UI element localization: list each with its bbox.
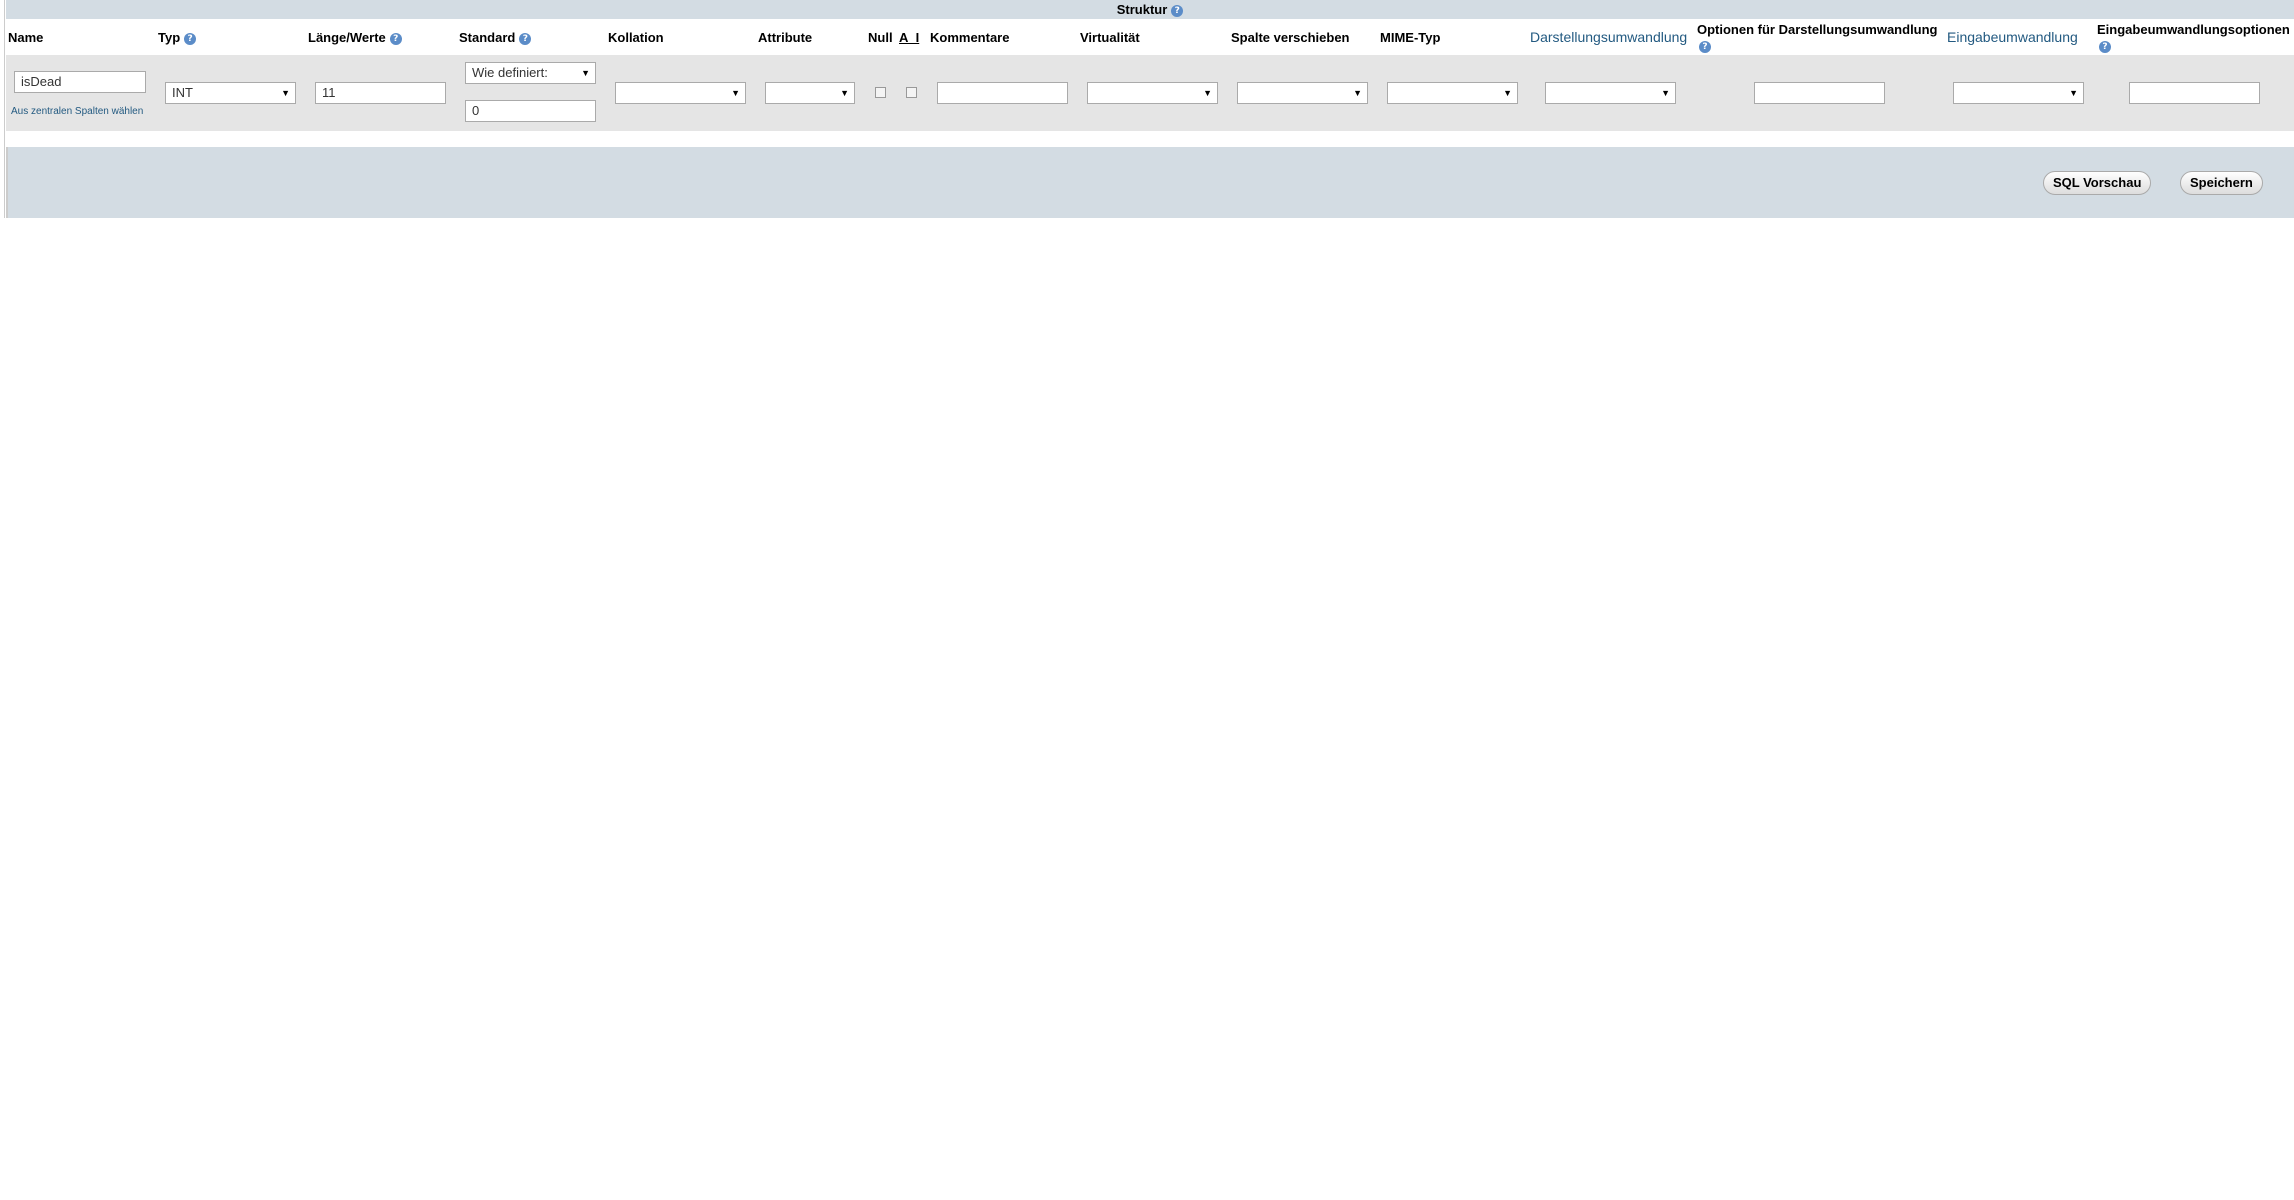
help-icon[interactable]: ? [519,32,532,45]
structure-title: Struktur [1116,2,1168,17]
input-transformation-select[interactable]: ▼ [1953,82,2084,104]
help-icon[interactable]: ? [1699,40,1711,53]
header-spalte-verschieben: Spalte verschieben [1231,30,1350,45]
chevron-down-icon: ▼ [1353,88,1362,98]
structure-editor: Struktur? Name Typ? Länge/Werte? Standar… [0,0,2294,1200]
virtuality-select[interactable]: ▼ [1087,82,1218,104]
help-icon[interactable]: ? [184,32,197,45]
length-values-input[interactable]: 11 [315,82,446,104]
input-transformation-options-input[interactable] [2129,82,2260,104]
header-standard: Standard? [459,30,532,45]
save-button[interactable]: Speichern [2180,171,2263,195]
header-optionen-darstellung: Optionen für Darstellungsumwandlung? [1697,22,1938,53]
attribute-select[interactable]: ▼ [765,82,855,104]
help-icon[interactable]: ? [389,32,402,45]
form-footer [6,147,2294,218]
default-value-input[interactable]: 0 [465,100,596,122]
chevron-down-icon: ▼ [1203,88,1212,98]
header-typ: Typ? [158,30,197,45]
help-icon[interactable]: ? [1171,4,1184,17]
left-border [4,0,5,218]
header-eingabeumwandlung-link[interactable]: Eingabeumwandlung [1947,29,2078,45]
header-eingabeumwandlungsoptionen: Eingabeumwandlungsoptionen? [2097,22,2290,53]
null-checkbox[interactable] [875,87,886,98]
chevron-down-icon: ▼ [1503,88,1512,98]
chevron-down-icon: ▼ [731,88,740,98]
header-virtualitaet: Virtualität [1080,30,1140,45]
chevron-down-icon: ▼ [281,88,290,98]
auto-increment-checkbox[interactable] [906,87,917,98]
header-laenge: Länge/Werte? [308,30,402,45]
default-select[interactable]: Wie definiert: ▼ [465,62,596,84]
header-kollation: Kollation [608,30,664,45]
header-attribute: Attribute [758,30,813,45]
comments-input[interactable] [937,82,1068,104]
collation-select[interactable]: ▼ [615,82,746,104]
chevron-down-icon: ▼ [840,88,849,98]
header-name: Name [8,30,44,45]
structure-title-bar: Struktur? [6,0,2294,19]
header-darstellungsumwandlung-link[interactable]: Darstellungsumwandlung [1530,29,1687,45]
header-null: Null [868,30,893,45]
header-kommentare: Kommentare [930,30,1010,45]
column-name-input[interactable]: isDead [14,71,146,93]
move-column-select[interactable]: ▼ [1237,82,1368,104]
header-mime-typ: MIME-Typ [1380,30,1441,45]
chevron-down-icon: ▼ [2069,88,2078,98]
transformation-options-input[interactable] [1754,82,1885,104]
chevron-down-icon: ▼ [1661,88,1670,98]
header-ai[interactable]: A_I [899,30,919,45]
type-select[interactable]: INT ▼ [165,82,296,104]
central-columns-link[interactable]: Aus zentralen Spalten wählen [11,106,143,117]
browser-transformation-select[interactable]: ▼ [1545,82,1676,104]
mime-type-select[interactable]: ▼ [1387,82,1518,104]
sql-preview-button[interactable]: SQL Vorschau [2043,171,2152,195]
chevron-down-icon: ▼ [581,68,590,78]
help-icon[interactable]: ? [2099,40,2111,53]
